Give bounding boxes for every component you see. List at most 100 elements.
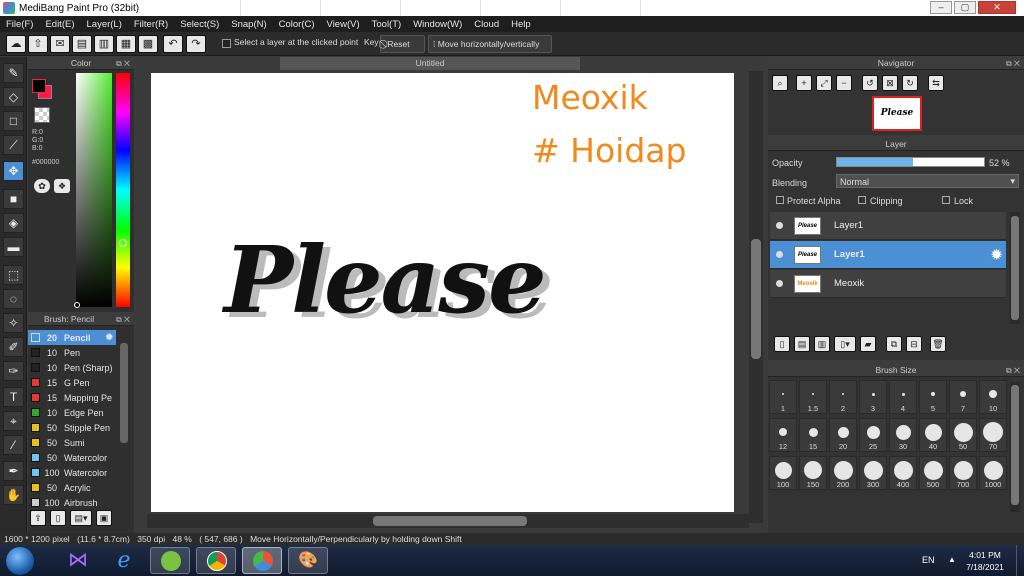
brush-size-scrollbar[interactable] bbox=[1010, 382, 1020, 512]
brush-size-cell[interactable]: 700 bbox=[949, 456, 977, 490]
new-8bit-layer-icon[interactable]: ▥ bbox=[814, 336, 830, 352]
fit-icon[interactable]: ⤢ bbox=[816, 75, 832, 91]
visibility-icon[interactable] bbox=[776, 251, 783, 258]
gear-icon[interactable]: ✹ bbox=[105, 332, 113, 343]
navigator-thumbnail[interactable]: Please bbox=[872, 96, 922, 131]
zoom-icon[interactable]: ⌕ bbox=[772, 75, 788, 91]
new-halftone-layer-icon[interactable]: ▤ bbox=[794, 336, 810, 352]
brush-size-cell[interactable]: 150 bbox=[799, 456, 827, 490]
brush-item[interactable]: 10 Edge Pen bbox=[28, 405, 116, 420]
lasso-icon[interactable]: ◌ bbox=[3, 289, 24, 309]
brush-size-cell[interactable]: 70 bbox=[979, 418, 1007, 452]
menu-select[interactable]: Select(S) bbox=[174, 19, 225, 30]
brush-item[interactable]: 50 Sumi bbox=[28, 435, 116, 450]
brush-size-cell[interactable]: 12 bbox=[769, 418, 797, 452]
delete-layer-icon[interactable]: 🗑 bbox=[930, 336, 946, 352]
saturation-value-picker[interactable] bbox=[76, 73, 112, 307]
hue-slider[interactable] bbox=[116, 73, 130, 307]
menu-filter[interactable]: Filter(R) bbox=[128, 19, 174, 30]
menu-view[interactable]: View(V) bbox=[321, 19, 366, 30]
foreground-color-swatch[interactable] bbox=[32, 79, 46, 93]
visual-studio-icon[interactable]: ⋈ bbox=[58, 547, 98, 574]
comic-grid-icon[interactable]: ▦ bbox=[116, 35, 136, 53]
app-icon[interactable] bbox=[150, 547, 190, 574]
chat-icon[interactable]: ▤ bbox=[72, 35, 92, 53]
language-indicator[interactable]: EN bbox=[922, 555, 935, 565]
menu-edit[interactable]: Edit(E) bbox=[39, 19, 80, 30]
brush-item[interactable]: 20 Pencil ✹ bbox=[28, 330, 116, 345]
brush-item[interactable]: 100 Airbrush bbox=[28, 495, 116, 510]
brush-item[interactable]: 50 Watercolor bbox=[28, 450, 116, 465]
brush-size-cell[interactable]: 30 bbox=[889, 418, 917, 452]
brush-menu-icon[interactable]: ▤▾ bbox=[70, 510, 92, 526]
brush-size-cell[interactable]: 2 bbox=[829, 380, 857, 414]
minimize-button[interactable]: – bbox=[930, 1, 952, 14]
maximize-button[interactable]: ▢ bbox=[954, 1, 976, 14]
brush-item[interactable]: 10 Pen bbox=[28, 345, 116, 360]
start-button[interactable] bbox=[6, 547, 34, 575]
protect-alpha-checkbox[interactable] bbox=[776, 196, 784, 204]
horizontal-scrollbar[interactable] bbox=[147, 514, 749, 528]
layer-scroll-thumb[interactable] bbox=[1011, 216, 1019, 320]
share-icon[interactable]: ⇧ bbox=[28, 35, 48, 53]
brush-item[interactable]: 15 Mapping Pe bbox=[28, 390, 116, 405]
menu-cloud[interactable]: Cloud bbox=[468, 19, 505, 30]
medibang-taskbar-icon[interactable] bbox=[242, 547, 282, 574]
lock-checkbox[interactable] bbox=[942, 196, 950, 204]
blending-select[interactable]: Normal ▾ bbox=[836, 174, 1019, 188]
brush-size-cell[interactable]: 15 bbox=[799, 418, 827, 452]
layer-row[interactable]: Meoxik Meoxik bbox=[770, 270, 1006, 298]
brush-size-cell[interactable]: 300 bbox=[859, 456, 887, 490]
move-mode-button[interactable]: ⁞ Move horizontally/vertically bbox=[428, 35, 552, 53]
brush-size-cell[interactable]: 20 bbox=[829, 418, 857, 452]
gear-icon[interactable]: ✹ bbox=[991, 247, 1002, 263]
layer-scrollbar[interactable] bbox=[1010, 212, 1020, 324]
hue-handle[interactable] bbox=[119, 239, 127, 247]
brush-size-scroll-thumb[interactable] bbox=[1011, 385, 1019, 505]
layer-row[interactable]: Please Layer1 bbox=[770, 212, 1006, 240]
merge-layer-icon[interactable]: ⊟ bbox=[906, 336, 922, 352]
undo-icon[interactable]: ↶ bbox=[163, 35, 183, 53]
show-desktop-button[interactable] bbox=[1016, 545, 1024, 576]
transparent-swatch[interactable] bbox=[34, 107, 50, 123]
new-layer-icon[interactable]: ▯ bbox=[774, 336, 790, 352]
brush-size-cell[interactable]: 500 bbox=[919, 456, 947, 490]
brush-size-cell[interactable]: 5 bbox=[919, 380, 947, 414]
select-rect-icon[interactable]: ⬚ bbox=[3, 265, 24, 285]
reset-button[interactable]: ⃠ Reset bbox=[380, 35, 425, 53]
panel-corner-icon[interactable]: ⧉ ✕ bbox=[116, 57, 130, 70]
brush-item[interactable]: 50 Acrylic bbox=[28, 480, 116, 495]
operation-tool-icon[interactable]: ⌖ bbox=[3, 411, 24, 431]
brush-settings-icon[interactable]: ▣ bbox=[96, 510, 112, 526]
brush-size-cell[interactable]: 50 bbox=[949, 418, 977, 452]
cloud-icon[interactable]: ☁ bbox=[6, 35, 26, 53]
internet-explorer-icon[interactable]: e bbox=[104, 547, 144, 574]
palette-icon[interactable]: ✿ bbox=[34, 179, 50, 193]
panel-corner-icon[interactable]: ⧉ ✕ bbox=[116, 313, 130, 326]
horizontal-scroll-thumb[interactable] bbox=[373, 516, 527, 526]
add-layer-menu-icon[interactable]: ▯▾ bbox=[834, 336, 856, 352]
panel-corner-icon[interactable]: ⧉ ✕ bbox=[1006, 364, 1020, 377]
drawing-canvas[interactable]: Please Please Meoxik # Hoidap bbox=[151, 73, 734, 512]
menu-help[interactable]: Help bbox=[505, 19, 537, 30]
select-eraser-icon[interactable]: ✑ bbox=[3, 361, 24, 381]
brush-item[interactable]: 100 Watercolor bbox=[28, 465, 116, 480]
panel-corner-icon[interactable]: ⧉ ✕ bbox=[1006, 57, 1020, 70]
comment-icon[interactable]: ✉ bbox=[50, 35, 70, 53]
new-brush-icon[interactable]: ▯ bbox=[50, 510, 66, 526]
fill-rect-tool-icon[interactable]: ■ bbox=[3, 189, 24, 209]
menu-layer[interactable]: Layer(L) bbox=[81, 19, 128, 30]
visibility-icon[interactable] bbox=[776, 222, 783, 229]
rotate-left-icon[interactable]: ↺ bbox=[862, 75, 878, 91]
brush-size-cell[interactable]: 1000 bbox=[979, 456, 1007, 490]
select-layer-checkbox[interactable] bbox=[222, 39, 231, 48]
page-icon[interactable]: ▥ bbox=[94, 35, 114, 53]
folder-icon[interactable]: ▰ bbox=[860, 336, 876, 352]
eraser-tool-icon[interactable]: ◇ bbox=[3, 87, 24, 107]
vertical-scroll-thumb[interactable] bbox=[751, 239, 761, 359]
reset-view-icon[interactable]: ⊠ bbox=[882, 75, 898, 91]
divide-tool-icon[interactable]: ⁄ bbox=[3, 435, 24, 455]
magic-wand-icon[interactable]: ✧ bbox=[3, 313, 24, 333]
brush-size-cell[interactable]: 400 bbox=[889, 456, 917, 490]
brush-item[interactable]: 50 Stipple Pen bbox=[28, 420, 116, 435]
